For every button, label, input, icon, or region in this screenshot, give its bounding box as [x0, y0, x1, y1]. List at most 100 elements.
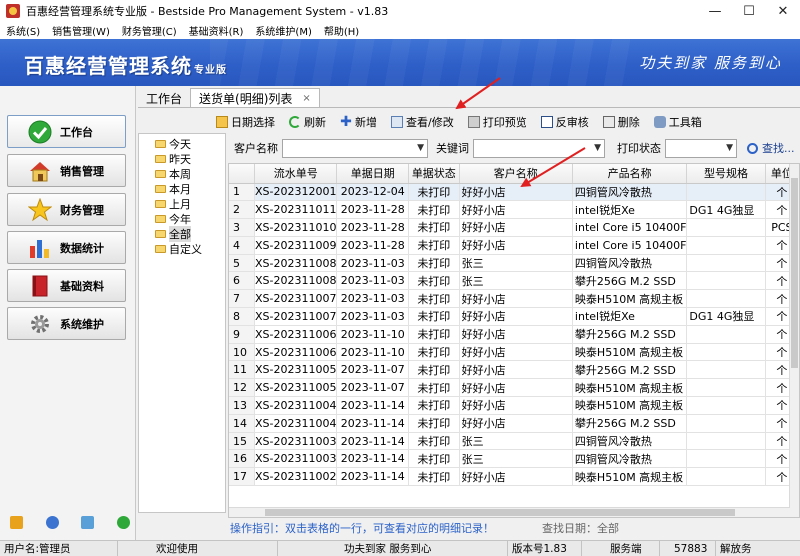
customer-label: 客户名称 — [234, 142, 278, 155]
table-row[interactable]: 17 XS-202311002 2023-11-14 未打印 好好小店 映泰H510M 高… — [229, 467, 799, 487]
table-cell: intel Core i5 10400F — [572, 218, 688, 237]
table-cell: 未打印 — [408, 325, 460, 344]
star-icon — [28, 197, 52, 222]
sidebar-item-label: 基础资料 — [60, 279, 104, 293]
toolbox-button[interactable]: 工具箱 — [653, 114, 702, 130]
tree-item-today[interactable]: 今天 — [139, 136, 225, 151]
table-row[interactable]: 15 XS-202311003 2023-11-14 未打印 张三 四铜管风冷散热个 — [229, 432, 799, 451]
table-cell — [686, 289, 766, 309]
tree-item-this-month[interactable]: 本月 — [139, 181, 225, 196]
table-cell: 未打印 — [408, 449, 460, 469]
table-row[interactable]: 14 XS-202311004 2023-11-14 未打印 好好小店 攀升256G M.… — [229, 414, 799, 433]
menu-system[interactable]: 系统(S) — [0, 23, 46, 38]
table-cell: 张三 — [459, 432, 573, 451]
table-cell: 2023-11-14 — [336, 432, 410, 451]
table-row[interactable]: 10 XS-202311006 2023-11-10 未打印 好好小店 映泰H510M 高… — [229, 343, 799, 362]
table-cell: 未打印 — [408, 271, 460, 291]
table-cell: 未打印 — [408, 343, 460, 362]
tab-delivery-list[interactable]: 送货单(明细)列表 × — [190, 88, 320, 108]
edit-icon — [391, 116, 403, 128]
table-row[interactable]: 1 XS-202312001 2023-12-04 未打印 好好小店 四铜管风冷散热个 — [229, 183, 799, 202]
toolbar: 日期选择 刷新 ✚ 新增 查看/修改 打印预览 反审核 删除 工具箱 — [138, 112, 800, 132]
column-header[interactable]: 客户名称 — [459, 164, 573, 184]
table-row[interactable]: 3 XS-202311010 2023-11-28 未打印 好好小店 intel Core… — [229, 218, 799, 237]
close-button[interactable]: ✕ — [766, 0, 800, 22]
keyword-select[interactable]: ▼ — [473, 138, 605, 158]
table-cell: XS-202311011 — [254, 200, 338, 220]
tool-icon[interactable] — [10, 516, 23, 529]
menu-finance[interactable]: 财务管理(C) — [116, 23, 183, 38]
customer-select[interactable]: ▼ — [282, 138, 428, 158]
print-preview-button[interactable]: 打印预览 — [467, 114, 527, 130]
table-row[interactable]: 9 XS-202311006 2023-11-10 未打印 好好小店 攀升256G M.2… — [229, 325, 799, 344]
scroll-thumb[interactable] — [791, 178, 798, 368]
tab-strip: 工作台 送货单(明细)列表 × — [138, 88, 320, 108]
sidebar-item-statistics[interactable]: 数据统计 — [7, 231, 126, 264]
tab-label: 工作台 — [146, 91, 183, 106]
scroll-thumb[interactable] — [265, 509, 735, 516]
table-cell — [686, 218, 766, 237]
chevron-down-icon: ▼ — [594, 142, 601, 153]
tab-workbench[interactable]: 工作台 — [138, 88, 190, 108]
menu-basic-data[interactable]: 基础资料(R) — [183, 23, 250, 38]
table-row[interactable]: 6 XS-202311008 2023-11-03 未打印 张三 攀升256G M.2 S… — [229, 271, 799, 291]
table-row[interactable]: 16 XS-202311003 2023-11-14 未打印 张三 四铜管风冷散热个 — [229, 449, 799, 469]
table-cell: 映泰H510M 高规主板 — [572, 378, 688, 398]
table-row[interactable]: 12 XS-202311005 2023-11-07 未打印 好好小店 映泰H510M 高… — [229, 378, 799, 398]
table-row[interactable]: 11 XS-202311005 2023-11-07 未打印 好好小店 攀升256G M.… — [229, 360, 799, 380]
info-icon[interactable] — [45, 516, 59, 529]
sidebar-item-maintenance[interactable]: 系统维护 — [7, 307, 126, 340]
sidebar-item-finance[interactable]: 财务管理 — [7, 193, 126, 226]
table-row[interactable]: 7 XS-202311007 2023-11-03 未打印 好好小店 映泰H510M 高规… — [229, 289, 799, 309]
minimize-button[interactable]: — — [698, 0, 732, 22]
tree-item-custom[interactable]: 自定义 — [139, 241, 225, 256]
tab-close-icon[interactable]: × — [302, 93, 310, 104]
unapprove-button[interactable]: 反审核 — [540, 114, 589, 130]
exit-icon[interactable] — [116, 516, 130, 529]
date-select-button[interactable]: 日期选择 — [216, 114, 275, 130]
sidebar-item-sales[interactable]: 销售管理 — [7, 154, 126, 187]
delete-button[interactable]: 删除 — [602, 114, 640, 130]
sidebar-item-workbench[interactable]: 工作台 — [7, 115, 126, 148]
print-status-select[interactable]: ▼ — [665, 138, 737, 158]
table-cell — [686, 432, 766, 451]
tree-item-this-year[interactable]: 今年 — [139, 211, 225, 226]
column-header[interactable]: 产品名称 — [572, 164, 688, 184]
tree-item-yesterday[interactable]: 昨天 — [139, 151, 225, 166]
tree-label: 本月 — [169, 182, 191, 196]
horizontal-scrollbar[interactable] — [229, 507, 790, 517]
tree-item-all[interactable]: 全部 — [139, 225, 225, 242]
menu-help[interactable]: 帮助(H) — [318, 23, 365, 38]
column-header[interactable]: 单据状态 — [408, 164, 460, 184]
tree-item-this-week[interactable]: 本周 — [139, 166, 225, 181]
status-service: 服务端 — [582, 540, 660, 556]
sidebar-item-basic-data[interactable]: 基础资料 — [7, 269, 126, 302]
column-header[interactable]: 型号规格 — [686, 164, 766, 184]
table-row[interactable]: 4 XS-202311009 2023-11-28 未打印 好好小店 intel Core… — [229, 236, 799, 255]
refresh-button[interactable]: 刷新 — [289, 114, 326, 130]
search-button[interactable]: 查找... — [747, 140, 795, 156]
menu-maintenance[interactable]: 系统维护(M) — [249, 23, 317, 38]
view-edit-button[interactable]: 查看/修改 — [391, 114, 454, 130]
bar-chart-icon — [28, 236, 52, 260]
table-cell: 攀升256G M.2 SSD — [572, 414, 688, 433]
table-row[interactable]: 5 XS-202311008 2023-11-03 未打印 张三 四铜管风冷散热个 — [229, 254, 799, 273]
table-cell — [686, 254, 766, 273]
table-row[interactable]: 8 XS-202311007 2023-11-03 未打印 好好小店 intel锐炬Xe D… — [229, 307, 799, 326]
table-cell: 好好小店 — [459, 378, 573, 398]
table-row[interactable]: 13 XS-202311004 2023-11-14 未打印 好好小店 映泰H510M 高… — [229, 396, 799, 415]
table-row[interactable]: 2 XS-202311011 2023-11-28 未打印 好好小店 intel锐炬Xe D… — [229, 200, 799, 220]
table-cell: 未打印 — [408, 378, 460, 398]
add-button[interactable]: ✚ 新增 — [340, 114, 377, 130]
maximize-button[interactable]: ☐ — [732, 0, 766, 22]
column-header[interactable]: 单据日期 — [336, 164, 410, 184]
search-icon[interactable] — [81, 516, 95, 529]
table-cell: 攀升256G M.2 SSD — [572, 271, 688, 291]
row-number-cell: 16 — [229, 449, 255, 469]
menu-sales[interactable]: 销售管理(W) — [46, 23, 116, 38]
row-number-header — [229, 164, 255, 184]
column-header[interactable]: 流水单号 — [254, 164, 338, 184]
vertical-scrollbar[interactable] — [789, 164, 799, 517]
tool-label: 查看/修改 — [406, 116, 454, 129]
tree-item-last-month[interactable]: 上月 — [139, 196, 225, 211]
